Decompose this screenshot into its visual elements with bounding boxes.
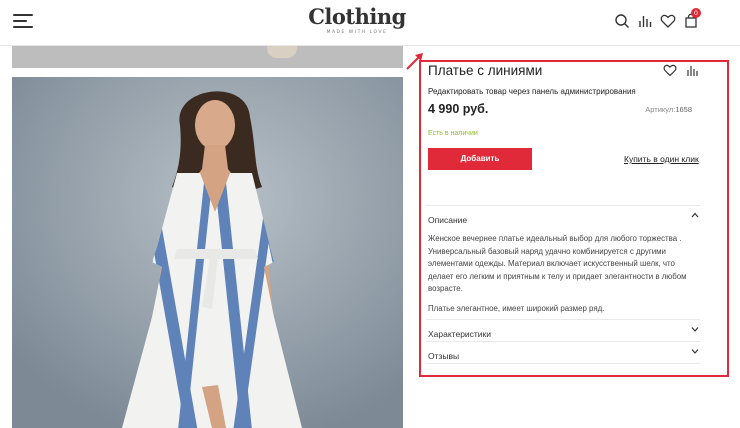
logo-title: Clothing <box>308 4 406 29</box>
chevron-up-icon <box>691 212 699 218</box>
accordion-characteristics-header[interactable]: Характеристики <box>428 324 700 339</box>
product-compare-icon[interactable] <box>686 64 699 77</box>
cart-icon[interactable]: 0 <box>683 8 701 29</box>
search-icon[interactable] <box>614 13 630 29</box>
buy-one-click-link[interactable]: Купить в один клик <box>624 154 699 164</box>
accordion-characteristics-title: Характеристики <box>428 329 492 339</box>
add-to-cart-button[interactable]: Добавить <box>428 148 532 170</box>
model-feet-image <box>267 46 297 58</box>
accordion-divider <box>426 319 700 320</box>
accordion-divider <box>426 363 700 364</box>
heart-icon[interactable] <box>660 13 676 29</box>
sku-label: Артикул: <box>645 105 676 114</box>
menu-icon[interactable] <box>13 14 33 28</box>
accordion-reviews-title: Отзывы <box>428 351 460 361</box>
stock-status: Есть в наличии <box>428 130 478 137</box>
accordion-description-title: Описание <box>428 215 468 225</box>
sku-value: 1658 <box>675 105 692 114</box>
accordion-divider <box>426 205 700 206</box>
product-price: 4 990 руб. <box>428 102 489 116</box>
wishlist-heart-icon[interactable] <box>663 63 677 77</box>
edit-product-link[interactable]: Редактировать товар через панель админис… <box>428 87 636 96</box>
product-main-image[interactable] <box>12 77 403 428</box>
accordion-description-header[interactable]: Описание <box>428 210 700 225</box>
site-logo[interactable]: Clothing MADE WITH LOVE <box>300 4 414 36</box>
cart-count-badge: 0 <box>691 8 701 18</box>
logo-tagline: MADE WITH LOVE <box>326 30 388 35</box>
gallery-thumbnail-previous[interactable] <box>12 46 403 68</box>
model-photo-illustration <box>12 77 403 428</box>
product-description: Женское вечернее платье идеальный выбор … <box>428 233 700 315</box>
accordion-divider <box>426 341 700 342</box>
chevron-down-icon <box>691 327 699 332</box>
compare-icon[interactable] <box>637 13 653 29</box>
description-paragraph: Женское вечернее платье идеальный выбор … <box>428 234 687 293</box>
product-title: Платье с линиями <box>428 63 543 78</box>
chevron-down-icon <box>691 349 699 354</box>
accordion-reviews-header[interactable]: Отзывы <box>428 346 700 361</box>
product-sku: Артикул:1658 <box>645 105 692 114</box>
description-paragraph: Платье элегантное, имеет широкий размер … <box>428 303 605 313</box>
site-header: Clothing MADE WITH LOVE 0 <box>0 0 740 46</box>
